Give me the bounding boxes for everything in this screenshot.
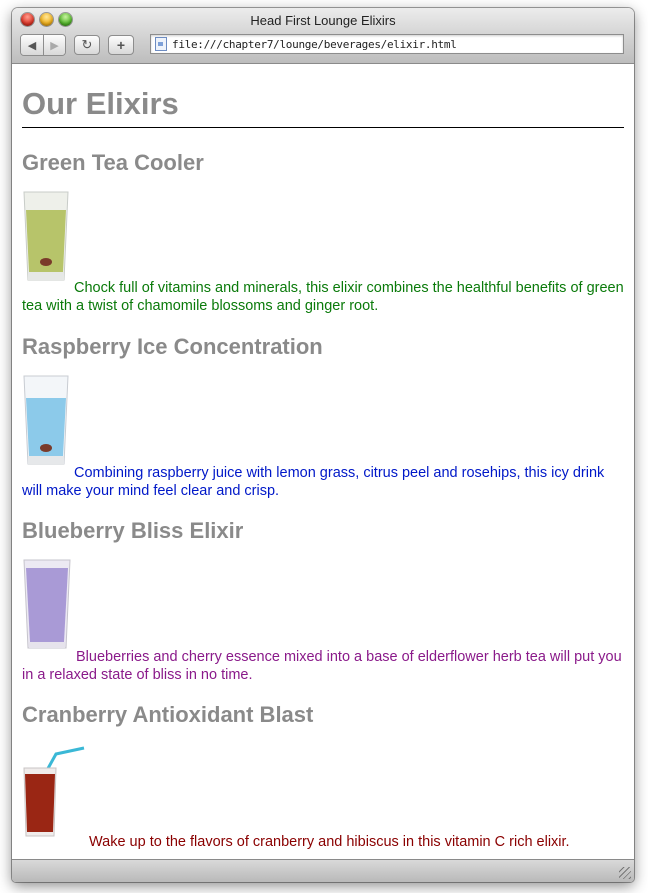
raspberry-text: Combining raspberry juice with lemon gra… xyxy=(22,465,605,499)
heading-rule xyxy=(22,127,624,128)
address-bar[interactable]: file:///chapter7/lounge/beverages/elixir… xyxy=(150,34,624,54)
elixir-title-blueberry: Blueberry Bliss Elixir xyxy=(22,518,244,543)
plus-icon: + xyxy=(116,37,126,53)
title-bar[interactable]: Head First Lounge Elixirs ◀ ▶ ↻ + file:/… xyxy=(12,8,634,64)
page-title: Our Elixirs xyxy=(22,86,179,121)
green-tea-text: Chock full of vitamins and minerals, thi… xyxy=(22,280,624,314)
drink-fill xyxy=(25,774,55,832)
file-icon xyxy=(155,37,167,51)
reload-button[interactable]: ↻ xyxy=(74,35,100,55)
raspberry-glass-image xyxy=(23,375,69,465)
nav-buttons: ◀ ▶ xyxy=(20,34,66,56)
green-tea-glass-image xyxy=(23,191,69,281)
drink-fill xyxy=(26,568,68,642)
elixir-description-green-tea: Chock full of vitamins and minerals, thi… xyxy=(22,279,624,315)
elixir-title-green-tea: Green Tea Cooler xyxy=(22,150,204,175)
cranberry-text: Wake up to the flavors of cranberry and … xyxy=(89,834,570,850)
resize-grip-icon[interactable] xyxy=(619,867,631,879)
blueberry-glass-image xyxy=(23,559,71,649)
elixir-description-raspberry: Combining raspberry juice with lemon gra… xyxy=(22,464,624,500)
back-button[interactable]: ◀ xyxy=(21,35,43,55)
status-bar xyxy=(12,859,634,882)
add-bookmark-button[interactable]: + xyxy=(108,35,134,55)
forward-button[interactable]: ▶ xyxy=(43,35,65,55)
back-arrow-icon: ◀ xyxy=(27,39,37,52)
cranberry-glass-image xyxy=(23,746,85,837)
blueberry-text: Blueberries and cherry essence mixed int… xyxy=(22,649,622,683)
forward-arrow-icon: ▶ xyxy=(50,39,59,52)
elixir-description-cranberry: Wake up to the flavors of cranberry and … xyxy=(22,833,624,851)
page-content: Our Elixirs Green Tea Cooler Chock full … xyxy=(12,64,634,860)
toolbar: ◀ ▶ ↻ + xyxy=(20,34,134,56)
browser-window: Head First Lounge Elixirs ◀ ▶ ↻ + file:/… xyxy=(12,8,634,882)
elixir-title-raspberry: Raspberry Ice Concentration xyxy=(22,334,323,359)
elixir-title-cranberry: Cranberry Antioxidant Blast xyxy=(22,702,314,727)
window-title: Head First Lounge Elixirs xyxy=(250,13,396,28)
elixir-description-blueberry: Blueberries and cherry essence mixed int… xyxy=(22,648,624,684)
reload-icon: ↻ xyxy=(81,37,93,52)
url-text[interactable]: file:///chapter7/lounge/beverages/elixir… xyxy=(172,38,457,51)
